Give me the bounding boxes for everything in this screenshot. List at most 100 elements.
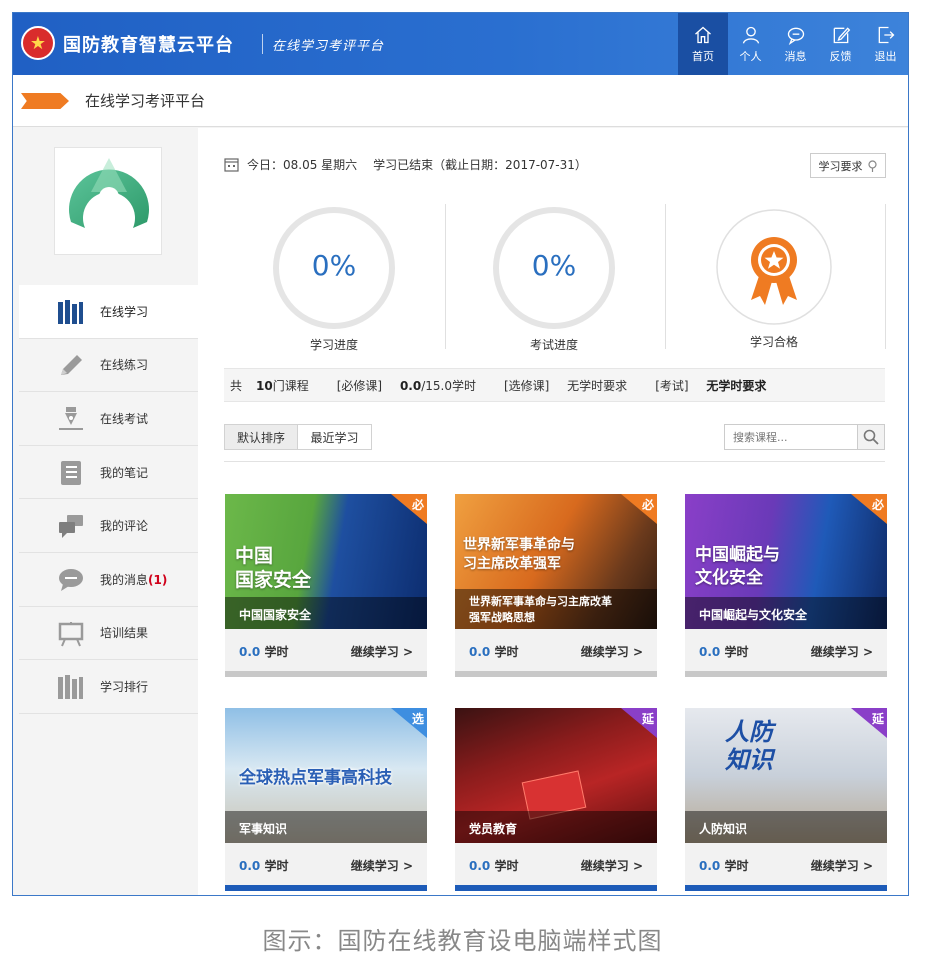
nav-messages[interactable]: 消息: [773, 13, 818, 75]
course-thumbnail: 中国崛起与 文化安全 中国崛起与文化安全: [685, 494, 887, 629]
today-date: 今日：08.05 星期六: [247, 158, 358, 172]
hours-unit: 学时: [724, 645, 749, 659]
logo-emblem-icon: ★: [21, 26, 55, 60]
course-card[interactable]: 党员教育 延 0.0 学时 继续学习 >: [455, 708, 657, 891]
course-card-bar: [685, 671, 887, 677]
continue-study-link[interactable]: 继续学习 >: [351, 857, 413, 874]
stat-divider: [885, 204, 886, 349]
ranking-icon: [58, 675, 83, 700]
sidebar-item-study-ranking[interactable]: 学习排行: [19, 660, 198, 714]
sidebar-item-online-study[interactable]: 在线学习: [19, 285, 198, 339]
course-card[interactable]: 世界新军事革命与 习主席改革强军 世界新军事革命与习主席改革 强军战略思想 必 …: [455, 494, 657, 677]
sort-recent-tab[interactable]: 最近学习: [298, 424, 372, 450]
summary-text: [考试]: [655, 378, 689, 393]
sidebar-item-label: 我的评论: [100, 519, 149, 534]
chat-icon: [59, 568, 83, 591]
course-title: 人防知识: [685, 811, 887, 843]
sidebar-item-my-comments[interactable]: 我的评论: [19, 499, 198, 553]
hours-unit: 学时: [494, 645, 519, 659]
nav-feedback[interactable]: 反馈: [818, 13, 863, 75]
hours-unit: 学时: [724, 859, 749, 873]
top-header: ★ 国防教育智慧云平台 在线学习考评平台 首页 个人 消息 反馈 退出: [13, 13, 908, 75]
sidebar: 在线学习 在线练习 在线考试 我的笔记 我的评论 我的消息(1) 培训结果 学习…: [13, 128, 198, 895]
pen-nib-icon: [59, 407, 83, 431]
site-name: 国防教育智慧云平台: [63, 35, 234, 56]
continue-study-link[interactable]: 继续学习 >: [581, 643, 643, 660]
total-courses: 共 10门课程: [230, 377, 323, 394]
course-thumbnail: 党员教育: [455, 708, 657, 843]
course-thumbnail: 世界新军事革命与 习主席改革强军 世界新军事革命与习主席改革 强军战略思想: [455, 494, 657, 629]
main-content: 今日：08.05 星期六 学习已结束（截止日期：2017-07-31） 学习要求…: [198, 128, 908, 895]
feedback-icon: [833, 26, 850, 43]
sort-default-tab[interactable]: 默认排序: [224, 424, 298, 450]
course-card-bar: [685, 885, 887, 891]
nav-personal[interactable]: 个人: [728, 13, 773, 75]
course-count: 10: [256, 378, 273, 393]
course-card-bar: [455, 671, 657, 677]
course-banner-text: 世界新军事革命与 习主席改革强军: [463, 537, 575, 572]
elective-value: 无学时要求: [567, 378, 628, 393]
sidebar-item-my-messages[interactable]: 我的消息(1): [19, 553, 198, 607]
continue-study-link[interactable]: 继续学习 >: [351, 643, 413, 660]
course-card-footer: 0.0 学时 继续学习 >: [455, 629, 657, 671]
continue-study-link[interactable]: 继续学习 >: [811, 643, 873, 660]
nav-logout-label: 退出: [874, 49, 897, 63]
home-icon: [695, 26, 711, 43]
hours-value: 0.0: [469, 859, 491, 873]
study-progress-stat: 0% 学习进度: [224, 204, 444, 354]
elective-hours: [选修课] 无学时要求: [504, 377, 641, 394]
course-banner-text: 人防 知识: [725, 717, 773, 774]
date-status-row: 今日：08.05 星期六 学习已结束（截止日期：2017-07-31）: [224, 156, 587, 173]
search-input[interactable]: [724, 424, 858, 450]
site-subtitle: 在线学习考评平台: [272, 39, 385, 54]
notebook-icon: [61, 460, 81, 485]
course-title: 中国崛起与文化安全: [685, 597, 887, 629]
search-button[interactable]: [857, 424, 885, 450]
sidebar-item-my-notes[interactable]: 我的笔记: [19, 446, 198, 500]
course-hours: 0.0 学时: [469, 857, 518, 874]
course-card[interactable]: 中国 国家安全 中国国家安全 必 0.0 学时 继续学习 >: [225, 494, 427, 677]
continue-study-link[interactable]: 继续学习 >: [811, 857, 873, 874]
sidebar-item-online-practice[interactable]: 在线练习: [19, 339, 198, 393]
hours-value: 0.0: [239, 645, 261, 659]
study-requirements-label: 学习要求: [818, 159, 863, 173]
course-card[interactable]: 中国崛起与 文化安全 中国崛起与文化安全 必 0.0 学时 继续学习 >: [685, 494, 887, 677]
study-requirements-button[interactable]: 学习要求: [810, 153, 886, 178]
sidebar-item-label-text: 我的消息: [100, 572, 149, 587]
calendar-icon: [224, 158, 239, 172]
continue-study-link[interactable]: 继续学习 >: [581, 857, 643, 874]
course-hours: 0.0 学时: [239, 643, 288, 660]
course-thumbnail: 人防 知识 人防知识: [685, 708, 887, 843]
course-card-bar: [225, 885, 427, 891]
location-pin-icon: [867, 159, 877, 172]
course-card[interactable]: 全球热点军事高科技 军事知识 选 0.0 学时 继续学习 >: [225, 708, 427, 891]
qualified-badge-ring: [716, 209, 832, 325]
avatar-placeholder-icon: [69, 158, 149, 228]
avatar[interactable]: [54, 147, 162, 255]
required-total: /15.0学时: [421, 378, 476, 393]
course-card-footer: 0.0 学时 继续学习 >: [685, 629, 887, 671]
study-passed-label: 学习合格: [749, 335, 798, 349]
sort-toolbar: 默认排序 最近学习: [224, 424, 885, 462]
nav-personal-label: 个人: [739, 49, 762, 63]
sidebar-item-online-exam[interactable]: 在线考试: [19, 392, 198, 446]
nav-feedback-label: 反馈: [829, 49, 852, 63]
exam-progress-label: 考试进度: [529, 338, 578, 352]
unread-badge: (1): [148, 572, 168, 587]
required-done: 0.0: [399, 378, 422, 393]
nav-logout[interactable]: 退出: [863, 13, 908, 75]
summary-text: 共: [230, 378, 243, 393]
course-card[interactable]: 人防 知识 人防知识 延 0.0 学时 继续学习 >: [685, 708, 887, 891]
nav-home[interactable]: 首页: [678, 13, 728, 75]
sidebar-item-training-results[interactable]: 培训结果: [19, 607, 198, 661]
search-icon: [863, 429, 879, 445]
course-title: 军事知识: [225, 811, 427, 843]
course-card-footer: 0.0 学时 继续学习 >: [225, 629, 427, 671]
sidebar-item-label: 我的笔记: [100, 465, 149, 480]
comments-icon: [59, 515, 83, 539]
books-icon: [58, 300, 83, 324]
nav-messages-label: 消息: [784, 49, 807, 63]
study-passed-stat: 学习合格: [664, 204, 884, 354]
course-tag-label: 延: [871, 712, 884, 726]
course-banner-text: 中国崛起与 文化安全: [695, 545, 780, 588]
